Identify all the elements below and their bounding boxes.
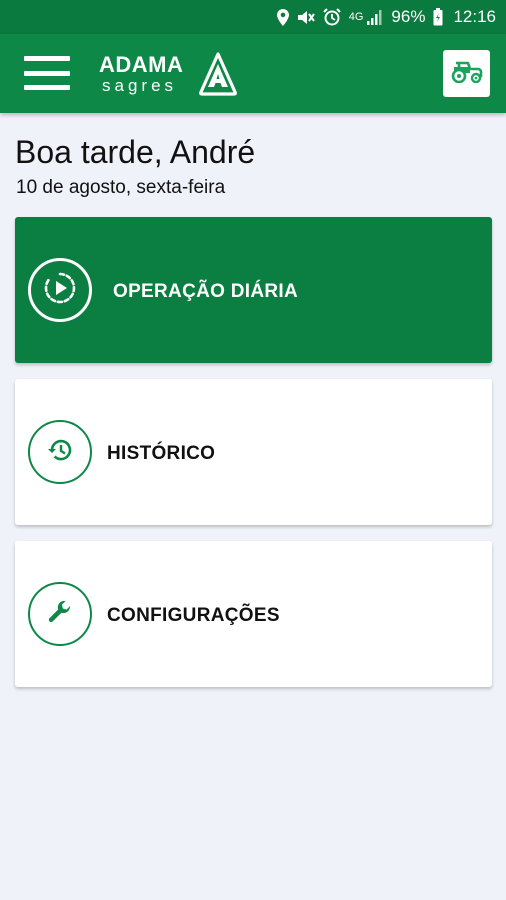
hamburger-icon[interactable] (24, 56, 70, 90)
network-type: 4G (348, 11, 364, 23)
history-icon-circle (28, 420, 92, 484)
settings-icon-circle (28, 582, 92, 646)
daily-operation-card[interactable]: OPERAÇÃO DIÁRIA (15, 217, 492, 363)
adama-a-icon (199, 52, 237, 101)
daily-operation-icon-circle (28, 258, 92, 322)
app-bar: ADAMA sagres (0, 34, 506, 113)
battery-percent: 96% (391, 7, 426, 26)
tractor-icon (450, 59, 484, 88)
battery-icon (433, 8, 443, 26)
settings-label: CONFIGURAÇÕES (107, 605, 280, 626)
history-icon (47, 438, 73, 467)
brand-logo: ADAMA sagres (99, 50, 239, 98)
location-icon (276, 8, 289, 26)
alarm-icon (323, 8, 341, 26)
clock: 12:16 (453, 7, 496, 26)
greeting-date: 10 de agosto, sexta-feira (16, 177, 226, 198)
daily-operation-label: OPERAÇÃO DIÁRIA (113, 281, 299, 302)
wrench-icon (47, 599, 73, 630)
mute-icon (297, 9, 315, 26)
signal-icon (367, 9, 383, 25)
brand-name: ADAMA (99, 52, 184, 77)
status-bar: 4G 96% 12:16 (0, 0, 506, 34)
settings-card[interactable]: CONFIGURAÇÕES (15, 541, 492, 687)
tractor-button[interactable] (443, 50, 490, 97)
history-card[interactable]: HISTÓRICO (15, 379, 492, 525)
greeting-title: Boa tarde, André (15, 134, 256, 170)
play-circle-icon (43, 271, 77, 310)
brand-sub: sagres (102, 76, 178, 95)
history-label: HISTÓRICO (107, 443, 216, 464)
